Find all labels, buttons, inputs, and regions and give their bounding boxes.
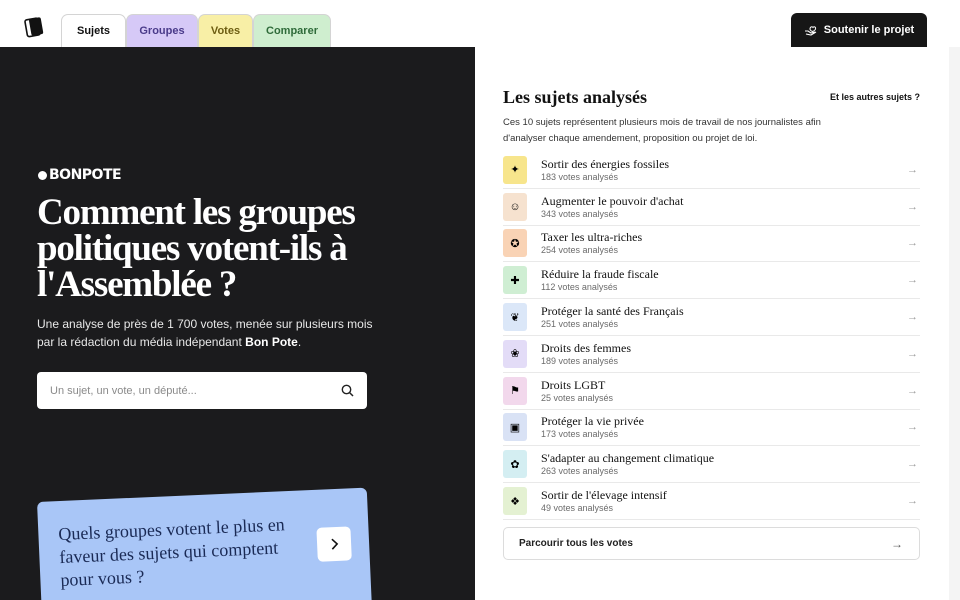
topic-text: S'adapter au changement climatique 263 vo… xyxy=(541,451,904,477)
topic-text: Droits des femmes 189 votes analysés xyxy=(541,341,904,367)
arrow-right-icon: → xyxy=(907,237,918,250)
topic-text: Sortir des énergies fossiles 183 votes an… xyxy=(541,157,904,183)
arrow-right-icon: → xyxy=(907,495,918,508)
brand-logo: BONPOTE xyxy=(38,167,122,183)
topic-name: Sortir des énergies fossiles xyxy=(541,156,670,171)
top-navigation-bar: Sujets Groupes Votes Comparer Soutenir l… xyxy=(0,0,960,47)
topic-text: Taxer les ultra-riches 254 votes analysés xyxy=(541,230,904,256)
tab-votes[interactable]: Votes xyxy=(198,14,253,47)
arrow-right-icon: → xyxy=(907,163,918,176)
tax-fraud-icon: ✚ xyxy=(503,266,527,295)
arrow-right-icon: → xyxy=(907,200,918,213)
topic-vote-count: 189 votes analysés xyxy=(541,355,619,366)
topic-name: Protéger la santé des Français xyxy=(541,304,684,319)
search-box xyxy=(37,372,367,409)
women-rights-icon: ❀ xyxy=(503,339,527,368)
topic-text: Sortir de l'élevage intensif 49 votes ana… xyxy=(541,488,904,514)
scrollbar-track[interactable] xyxy=(949,47,960,600)
fossil-fuel-icon: ✦ xyxy=(503,155,527,184)
topics-description: Ces 10 sujets représentent plusieurs moi… xyxy=(503,117,821,144)
topic-name: Taxer les ultra-riches xyxy=(541,230,643,245)
topic-name: Droits LGBT xyxy=(541,377,606,392)
tab-sujets[interactable]: Sujets xyxy=(61,14,126,47)
topic-item[interactable]: ✚ Réduire la fraude fiscale 112 votes anal… xyxy=(503,262,920,300)
topic-vote-count: 112 votes analysés xyxy=(541,282,618,293)
browse-all-votes-label: Parcourir tous les votes xyxy=(519,538,633,549)
hero-subtitle-brand: Bon Pote xyxy=(245,335,298,349)
climate-adapt-icon: ✿ xyxy=(503,450,527,479)
topic-text: Protéger la santé des Français 251 votes … xyxy=(541,304,904,330)
topic-vote-count: 254 votes analysés xyxy=(541,245,619,256)
tax-rich-icon: ✪ xyxy=(503,229,527,258)
farming-icon: ❖ xyxy=(503,487,527,516)
topic-text: Réduire la fraude fiscale 112 votes analy… xyxy=(541,267,904,293)
topics-title: Les sujets analysés xyxy=(503,87,648,107)
main-tabs: Sujets Groupes Votes Comparer xyxy=(61,14,331,47)
lgbt-icon: ⚑ xyxy=(503,376,527,405)
topic-vote-count: 251 votes analysés xyxy=(541,319,619,330)
purchasing-power-icon: ☺ xyxy=(503,192,527,221)
hand-heart-icon xyxy=(804,25,817,36)
topic-text: Droits LGBT 25 votes analysés xyxy=(541,378,904,404)
search-input[interactable] xyxy=(50,384,341,397)
topic-vote-count: 263 votes analysés xyxy=(541,466,619,477)
topic-name: Sortir de l'élevage intensif xyxy=(541,488,667,503)
topic-item[interactable]: ❦ Protéger la santé des Français 251 votes… xyxy=(503,299,920,336)
topic-name: Réduire la fraude fiscale xyxy=(541,267,659,282)
browse-all-votes-button[interactable]: Parcourir tous les votes → xyxy=(503,527,920,560)
tab-comparer[interactable]: Comparer xyxy=(253,14,331,47)
topic-item[interactable]: ✿ S'adapter au changement climatique 263 v… xyxy=(503,446,920,484)
topic-name: Protéger la vie privée xyxy=(541,414,644,429)
tab-groupes[interactable]: Groupes xyxy=(126,14,198,47)
topics-panel: Les sujets analysés Et les autres sujets… xyxy=(475,47,949,600)
health-icon: ❦ xyxy=(503,303,527,332)
promo-text: Quels groupes votent le plus en faveur d… xyxy=(57,514,286,591)
topic-item[interactable]: ❖ Sortir de l'élevage intensif 49 votes an… xyxy=(503,483,920,520)
support-project-label: Soutenir le projet xyxy=(823,24,915,36)
topic-item[interactable]: ⚑ Droits LGBT 25 votes analysés → xyxy=(503,373,920,410)
promo-card[interactable]: Quels groupes votent le plus en faveur d… xyxy=(37,487,372,600)
topic-name: Droits des femmes xyxy=(541,340,631,355)
topic-vote-count: 183 votes analysés xyxy=(541,171,619,182)
arrow-right-icon: → xyxy=(907,347,918,360)
topic-vote-count: 173 votes analysés xyxy=(541,429,619,440)
other-topics-link[interactable]: Et les autres sujets ? xyxy=(830,92,920,102)
topic-item[interactable]: ✪ Taxer les ultra-riches 254 votes analysé… xyxy=(503,226,920,263)
arrow-right-icon: → xyxy=(907,421,918,434)
topic-item[interactable]: ☺ Augmenter le pouvoir d'achat 343 votes a… xyxy=(503,189,920,226)
topic-item[interactable]: ▣ Protéger la vie privée 173 votes analysé… xyxy=(503,410,920,447)
support-project-button[interactable]: Soutenir le projet xyxy=(791,13,927,47)
arrow-right-icon: → xyxy=(907,458,918,471)
chevron-right-icon xyxy=(330,538,338,550)
topic-text: Protéger la vie privée 173 votes analysés xyxy=(541,414,904,440)
arrow-right-icon: → xyxy=(907,384,918,397)
topic-vote-count: 49 votes analysés xyxy=(541,503,614,514)
logo-icon[interactable] xyxy=(24,16,44,38)
topic-item[interactable]: ✦ Sortir des énergies fossiles 183 votes a… xyxy=(503,152,920,189)
topic-text: Augmenter le pouvoir d'achat 343 votes an… xyxy=(541,194,904,220)
arrow-right-icon: → xyxy=(907,311,918,324)
topic-name: Augmenter le pouvoir d'achat xyxy=(541,193,684,208)
search-icon[interactable] xyxy=(341,384,354,397)
arrow-right-icon: → xyxy=(891,536,903,551)
brand-name: BONPOTE xyxy=(49,167,122,183)
topic-name: S'adapter au changement climatique xyxy=(541,451,715,466)
arrow-right-icon: → xyxy=(907,274,918,287)
hero-subtitle-end: . xyxy=(297,335,302,349)
topic-vote-count: 25 votes analysés xyxy=(541,392,614,403)
promo-next-button[interactable] xyxy=(316,526,352,562)
hero-section: BONPOTE Comment les groupes politiques v… xyxy=(0,47,475,600)
privacy-icon: ▣ xyxy=(503,413,527,442)
hero-subtitle: Une analyse de près de 1 700 votes, mené… xyxy=(37,315,377,351)
topic-list: ✦ Sortir des énergies fossiles 183 votes a… xyxy=(503,152,920,520)
topic-vote-count: 343 votes analysés xyxy=(541,208,619,219)
brand-dot-icon xyxy=(38,170,47,180)
hero-subtitle-text: Une analyse de près de 1 700 votes, mené… xyxy=(37,317,373,349)
page-title: Comment les groupes politiques votent-il… xyxy=(37,192,356,305)
topic-item[interactable]: ❀ Droits des femmes 189 votes analysés → xyxy=(503,336,920,373)
